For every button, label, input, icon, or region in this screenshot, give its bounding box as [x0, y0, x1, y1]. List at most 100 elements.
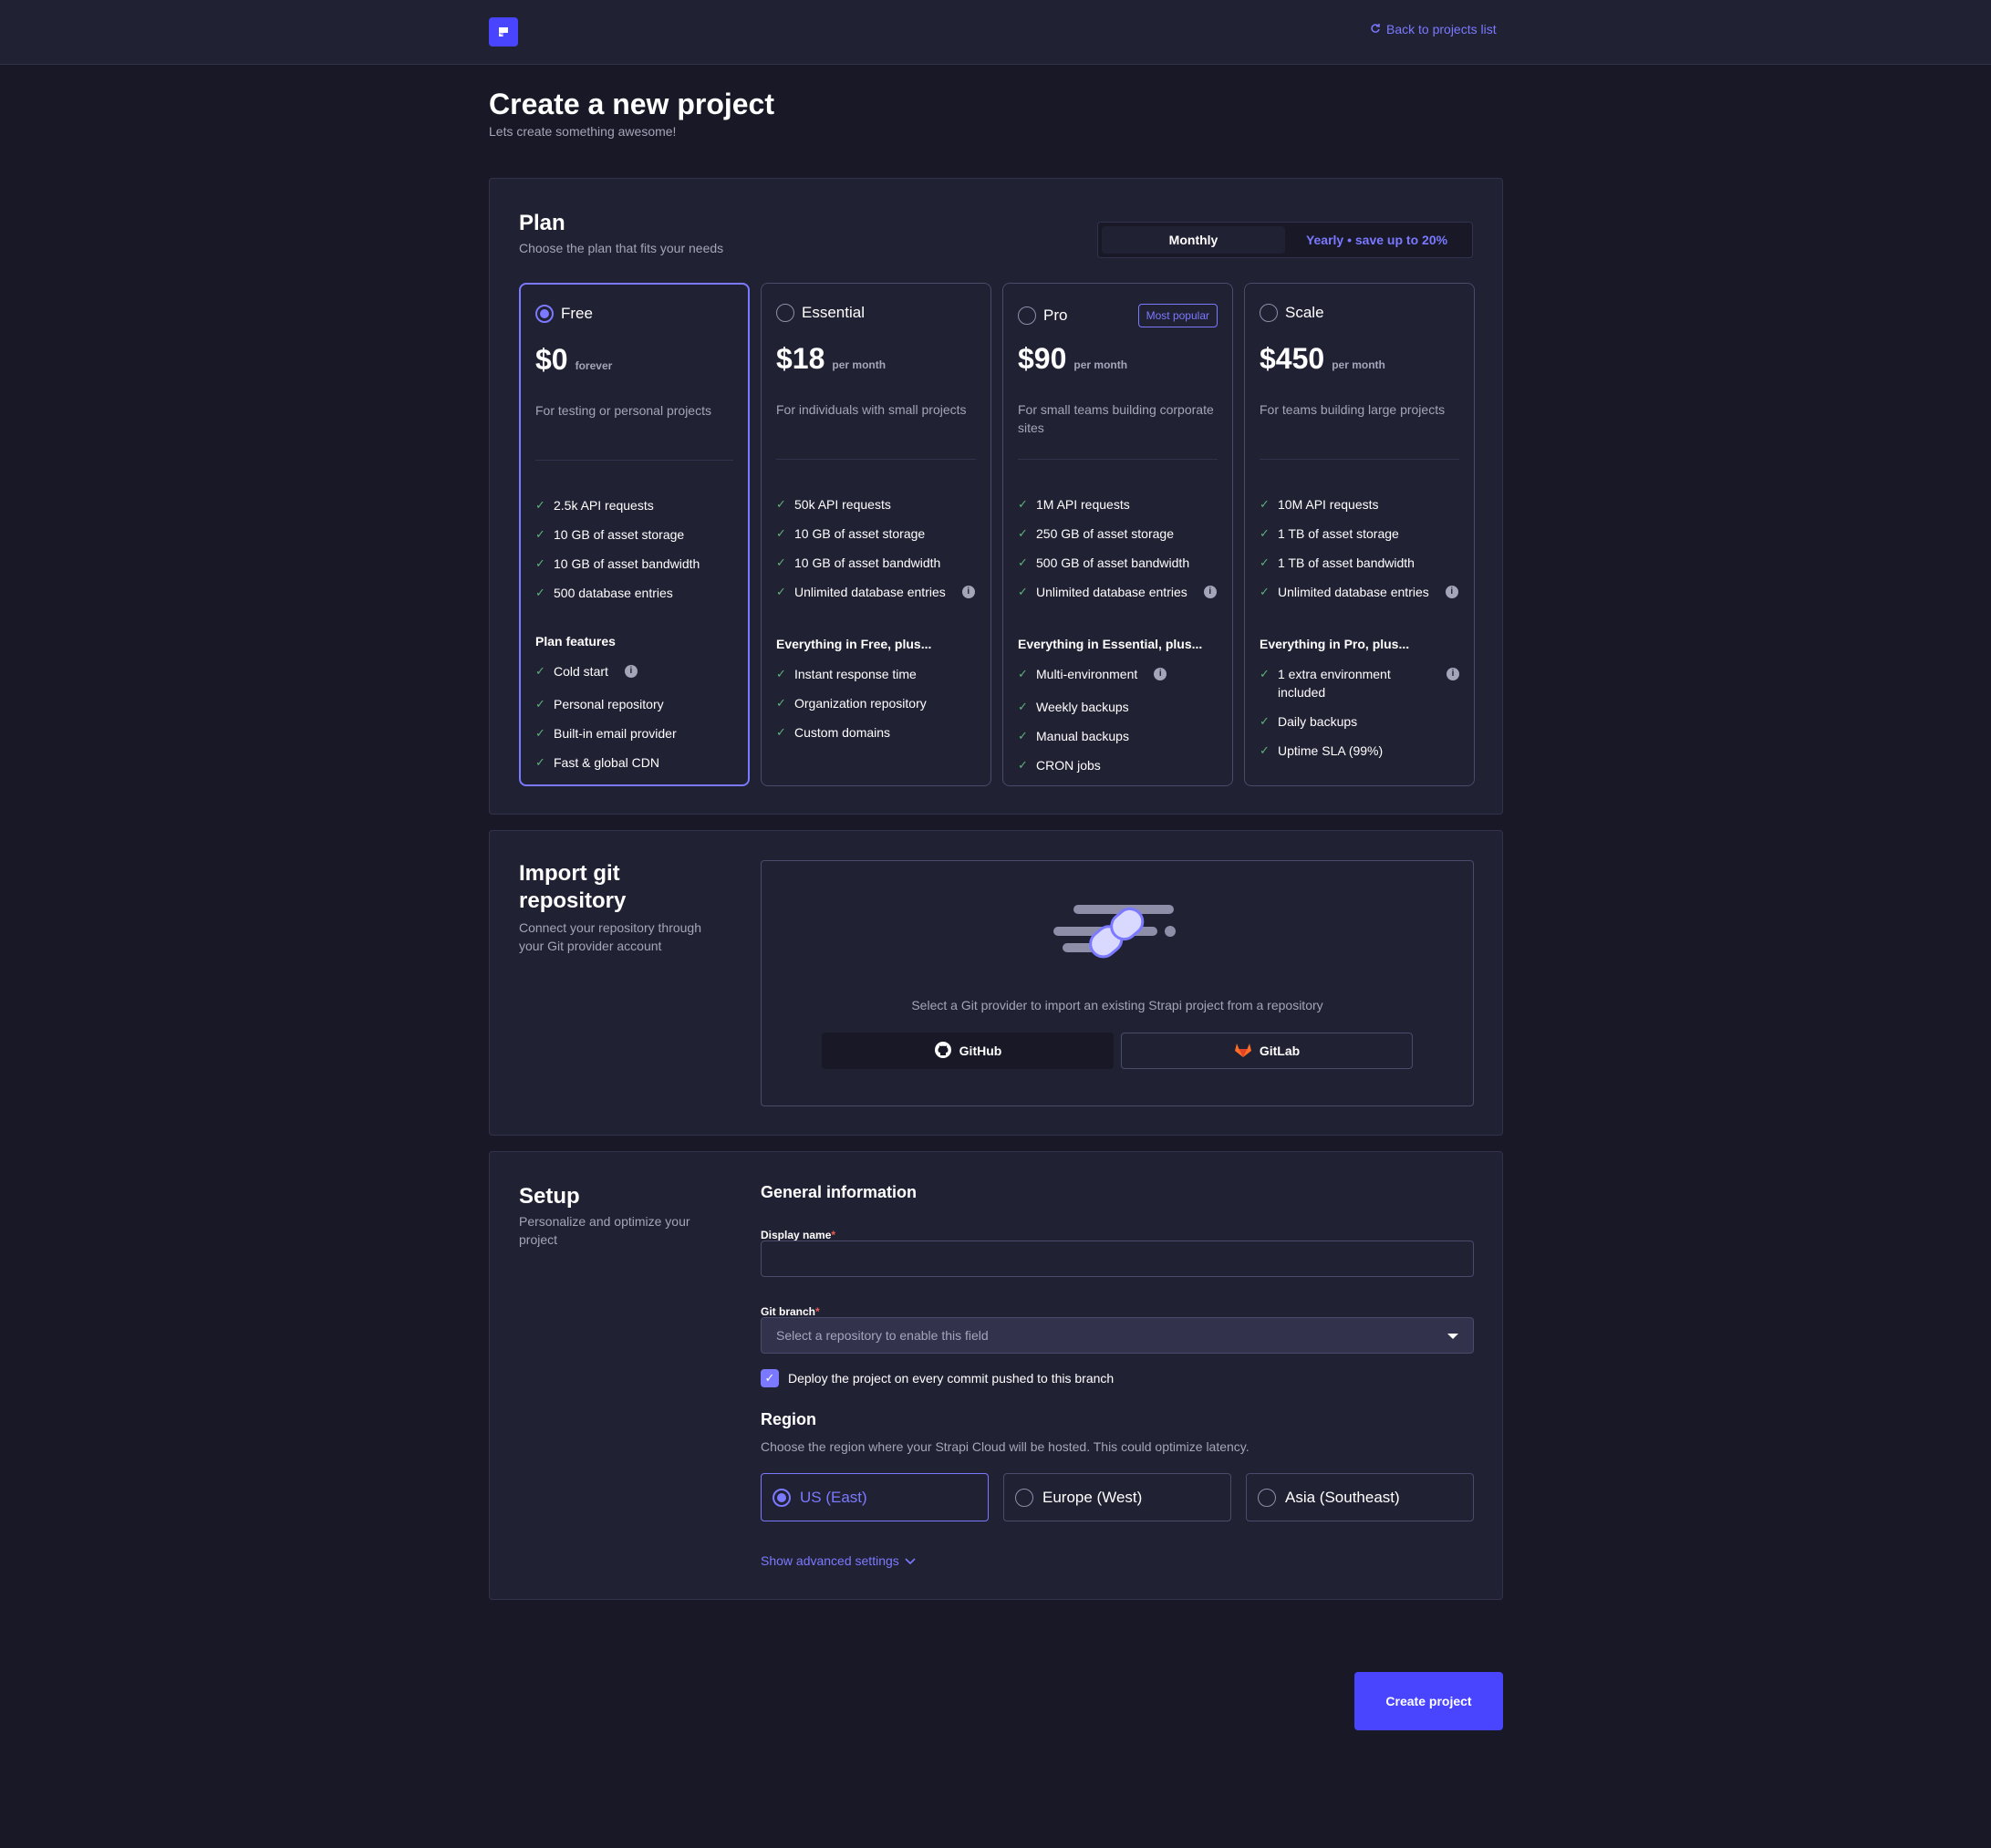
plan-extra-list: ✓ 1 extra environment included i ✓ Daily ba…	[1260, 665, 1459, 771]
plan-section: Plan Choose the plan that fits your need…	[489, 178, 1503, 815]
check-icon: ✓	[1260, 667, 1270, 680]
check-icon: ✓	[1018, 729, 1028, 742]
list-item: ✓ Built-in email provider	[535, 726, 677, 741]
check-icon: ✓	[1260, 497, 1270, 511]
check-icon: ✓	[1260, 743, 1270, 757]
info-icon[interactable]: i	[961, 586, 975, 598]
check-icon: ✓	[1018, 700, 1028, 713]
plan-radio-scale[interactable]	[1260, 304, 1278, 322]
github-icon	[934, 1041, 952, 1062]
billing-monthly-option[interactable]: Monthly	[1102, 226, 1285, 254]
list-item: ✓ Daily backups	[1260, 714, 1358, 729]
plan-extra-title: Plan features	[535, 634, 616, 649]
info-icon[interactable]: i	[1154, 668, 1167, 680]
check-icon: ✓	[535, 556, 545, 570]
top-bar: Back to projects list	[0, 0, 1991, 65]
list-item: ✓ 500 GB of asset bandwidth	[1018, 555, 1190, 570]
billing-period-toggle: Monthly Yearly • save up to 20%	[1097, 222, 1473, 258]
list-item: ✓ Cold start i	[535, 662, 733, 695]
gitlab-button[interactable]: GitLab	[1121, 1033, 1413, 1069]
check-icon: ✓	[1260, 585, 1270, 598]
strapi-logo-icon[interactable]	[489, 17, 518, 47]
list-item: ✓ 2.5k API requests	[535, 498, 654, 513]
plan-radio-free[interactable]	[535, 305, 554, 323]
billing-yearly-option[interactable]: Yearly • save up to 20%	[1285, 226, 1468, 254]
plan-card-scale[interactable]: Scale $450 per month For teams building …	[1244, 283, 1475, 786]
list-item: ✓ Organization repository	[776, 696, 927, 711]
plan-card-pro[interactable]: Pro Most popular $90 per month For small…	[1002, 283, 1233, 786]
create-project-button[interactable]: Create project	[1354, 1672, 1503, 1730]
display-name-input[interactable]	[761, 1241, 1474, 1277]
deploy-on-commit-checkbox[interactable]: ✓	[761, 1369, 779, 1387]
plan-radio-essential[interactable]	[776, 304, 794, 322]
plan-extra-title: Everything in Free, plus...	[776, 637, 932, 651]
list-item: ✓ 250 GB of asset storage	[1018, 526, 1174, 541]
list-item: ✓ Manual backups	[1018, 729, 1129, 743]
github-button[interactable]: GitHub	[822, 1033, 1114, 1069]
list-item: ✓ 10 GB of asset storage	[535, 527, 685, 542]
check-icon: ✓	[776, 497, 786, 511]
region-option-us-east[interactable]: US (East)	[761, 1473, 989, 1521]
region-option-europe-west[interactable]: Europe (West)	[1003, 1473, 1231, 1521]
list-item: ✓ 1 TB of asset bandwidth	[1260, 555, 1415, 570]
region-radio[interactable]	[1015, 1488, 1033, 1507]
gitlab-icon	[1234, 1042, 1252, 1061]
region-label: Europe (West)	[1042, 1488, 1143, 1506]
show-advanced-settings-link[interactable]: Show advanced settings	[761, 1553, 916, 1568]
plan-divider	[1018, 459, 1218, 460]
plan-radio-pro[interactable]	[1018, 306, 1036, 325]
list-item: ✓ 10 GB of asset bandwidth	[776, 555, 941, 570]
plan-name: Free	[561, 305, 593, 322]
plan-period: forever	[575, 359, 613, 372]
region-option-asia-southeast[interactable]: Asia (Southeast)	[1246, 1473, 1474, 1521]
check-icon: ✓	[1018, 758, 1028, 772]
check-icon: ✓	[776, 696, 786, 710]
plan-section-title: Plan	[519, 211, 565, 235]
check-icon: ✓	[535, 498, 545, 512]
plan-section-description: Choose the plan that fits your needs	[519, 241, 724, 255]
git-branch-placeholder: Select a repository to enable this field	[776, 1328, 989, 1343]
gitlab-button-label: GitLab	[1259, 1043, 1301, 1058]
check-icon: ✓	[535, 664, 545, 678]
check-icon: ✓	[535, 755, 545, 769]
check-icon: ✓	[535, 697, 545, 711]
plan-price: $450	[1260, 342, 1325, 375]
list-item: ✓ 10 GB of asset storage	[776, 526, 926, 541]
git-branch-select[interactable]: Select a repository to enable this field	[761, 1317, 1474, 1354]
plan-description: For individuals with small projects	[776, 402, 967, 417]
plan-price: $18	[776, 342, 825, 375]
list-item: ✓ Fast & global CDN	[535, 755, 659, 770]
plan-divider	[535, 460, 733, 461]
git-branch-label: Git branch*	[761, 1305, 820, 1318]
plan-card-free[interactable]: Free $0 forever For testing or personal …	[519, 283, 750, 786]
region-heading: Region	[761, 1410, 816, 1428]
region-radio[interactable]	[773, 1488, 791, 1507]
plan-description: For small teams building corporate sites	[1018, 402, 1214, 435]
list-item: ✓ 10M API requests	[1260, 497, 1379, 512]
page-subtitle: Lets create something awesome!	[489, 124, 677, 139]
back-to-projects-link[interactable]: Back to projects list	[1370, 22, 1497, 36]
region-radio[interactable]	[1258, 1488, 1276, 1507]
plan-card-essential[interactable]: Essential $18 per month For individuals …	[761, 283, 991, 786]
list-item: ✓ Unlimited database entries i	[1018, 583, 1218, 612]
info-icon[interactable]: i	[1447, 668, 1459, 680]
plan-feature-list: ✓ 50k API requests ✓ 10 GB of asset storag…	[776, 495, 976, 612]
list-item: ✓ Personal repository	[535, 697, 664, 711]
back-link-label: Back to projects list	[1386, 22, 1497, 36]
list-item: ✓ Custom domains	[776, 725, 891, 740]
check-icon: ✓	[535, 726, 545, 740]
check-icon: ✓	[776, 725, 786, 739]
info-icon[interactable]: i	[1203, 586, 1217, 598]
caret-down-icon	[1447, 1334, 1458, 1339]
region-label: Asia (Southeast)	[1285, 1488, 1400, 1506]
setup-section-description: Personalize and optimize your project	[519, 1214, 690, 1247]
list-item: ✓ Instant response time	[776, 667, 917, 681]
plan-price: $0	[535, 343, 568, 376]
advanced-settings-label: Show advanced settings	[761, 1553, 899, 1568]
list-item: ✓ 1 extra environment included i	[1260, 665, 1459, 712]
deploy-on-commit-label: Deploy the project on every commit pushe…	[788, 1371, 1115, 1386]
display-name-label: Display name*	[761, 1229, 836, 1241]
info-icon[interactable]: i	[624, 665, 638, 678]
info-icon[interactable]: i	[1445, 586, 1458, 598]
check-icon: ✓	[1018, 667, 1028, 680]
